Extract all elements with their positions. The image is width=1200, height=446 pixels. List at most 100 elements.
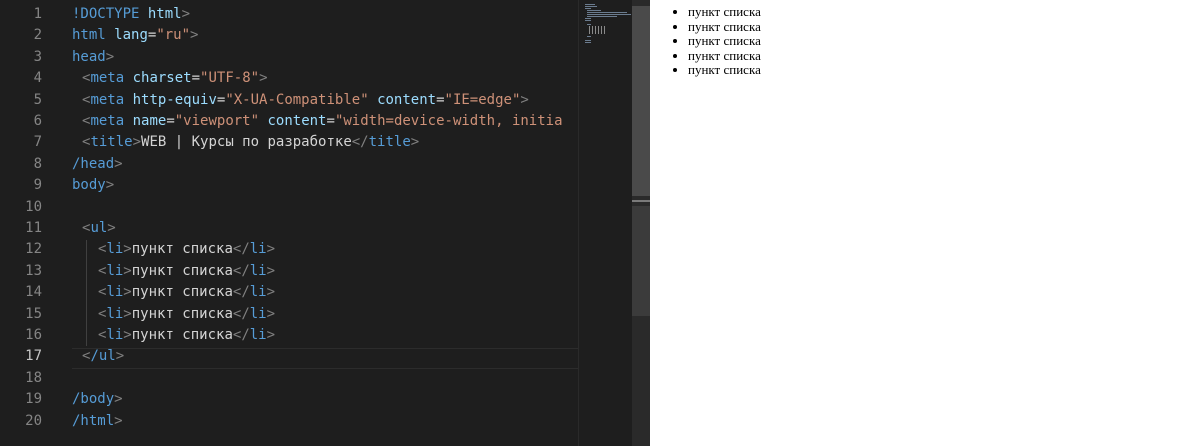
minimap-line — [585, 8, 591, 9]
line-number: 1 — [33, 6, 42, 22]
attribute-name: http-equiv — [132, 91, 217, 108]
line-number: 19 — [25, 391, 42, 408]
line-number: 12 — [25, 241, 42, 258]
code-area[interactable]: !DOCTYPE html> html lang="ru"> head> <me… — [62, 0, 578, 446]
tag-name: title — [90, 134, 133, 151]
tag-name: li — [249, 241, 267, 258]
minimap-line — [585, 18, 591, 19]
line-number: 16 — [25, 327, 42, 343]
tag-name: meta — [90, 113, 125, 129]
tag-name: li — [106, 241, 124, 258]
tag-name: li — [106, 305, 124, 322]
minimap-line — [587, 12, 627, 13]
minimap-line — [585, 4, 595, 5]
tag-name: /ul — [90, 348, 116, 365]
code-line-12: <li>пункт списка</li> — [98, 241, 276, 258]
line-number: 3 — [33, 48, 42, 65]
line-number: 7 — [33, 134, 42, 151]
minimap[interactable] — [578, 0, 633, 446]
tag-name: ul — [90, 220, 108, 236]
attribute-value: "viewport" — [174, 113, 260, 129]
attribute-name: lang — [114, 27, 148, 44]
code-line-13: <li>пункт списка</li> — [98, 262, 276, 279]
minimap-line — [587, 16, 617, 17]
code-line-15: <li>пункт списка</li> — [98, 305, 276, 322]
list-item: пункт списка — [688, 4, 1200, 20]
line-number: 11 — [25, 220, 42, 236]
attribute-name: name — [132, 113, 167, 129]
line-number: 18 — [25, 369, 42, 386]
line-number: 10 — [25, 198, 42, 215]
tag-name: li — [249, 305, 267, 322]
attribute-name: content — [377, 91, 437, 108]
attribute-value: "ru" — [156, 27, 191, 44]
scrollbar-track-region — [632, 206, 650, 316]
list-item: пункт списка — [688, 19, 1200, 35]
tag-name: li — [249, 284, 267, 301]
scrollbar-marker — [632, 200, 650, 202]
list-item: пункт списка — [688, 62, 1200, 78]
line-number: 4 — [33, 70, 42, 87]
tag-name: html — [72, 27, 106, 44]
vertical-scrollbar[interactable] — [632, 0, 650, 446]
line-number: 6 — [33, 113, 42, 129]
scrollbar-thumb[interactable] — [632, 6, 650, 196]
tag-name: !DOCTYPE — [72, 6, 140, 22]
code-line-7: <title>WEB | Курсы по разработке</title> — [82, 134, 420, 151]
code-line-2: html lang="ru"> — [72, 27, 199, 44]
text-content: пункт списка — [131, 327, 233, 343]
code-line-9: body> — [72, 177, 115, 194]
minimap-line — [587, 14, 631, 15]
browser-preview: пункт списка пункт списка пункт списка п… — [650, 0, 1200, 446]
minimap-line — [587, 36, 591, 37]
code-line-4: <meta charset="UTF-8"> — [82, 70, 268, 87]
tag-name: meta — [90, 70, 125, 87]
minimap-block — [589, 26, 605, 34]
attribute-value: "UTF-8" — [200, 70, 260, 87]
tag-name: /head — [72, 155, 115, 172]
tag-name: title — [368, 134, 411, 151]
text-content: пункт списка — [131, 284, 233, 301]
line-number: 9 — [33, 177, 42, 194]
minimap-line — [587, 10, 601, 11]
line-number-gutter: 1 2 3 4 5 6 7 8 9 10 11 12 13 14 15 16 1… — [0, 0, 62, 446]
code-line-14: <li>пункт списка</li> — [98, 284, 276, 301]
tag-name: li — [106, 284, 124, 301]
line-number: 20 — [25, 412, 42, 429]
tag-name: li — [106, 327, 124, 343]
tag-name: /html — [72, 412, 115, 429]
minimap-line — [587, 24, 591, 25]
attribute-value: "width=device-width, initia — [334, 113, 563, 129]
tag-name: meta — [90, 91, 125, 108]
code-line-11: <ul> — [82, 220, 116, 236]
line-number: 2 — [33, 27, 42, 44]
code-line-1: !DOCTYPE html> — [72, 6, 191, 22]
tag-name: /body — [72, 391, 115, 408]
code-line-3: head> — [72, 48, 115, 65]
code-line-19: /body> — [72, 391, 123, 408]
minimap-line — [585, 42, 591, 43]
tag-name: li — [249, 327, 267, 343]
minimap-line — [585, 20, 591, 21]
list-item: пункт списка — [688, 48, 1200, 64]
attribute-name: html — [147, 6, 182, 22]
text-content: пункт списка — [131, 241, 233, 258]
text-content: пункт списка — [131, 305, 233, 322]
list-item: пункт списка — [688, 33, 1200, 49]
minimap-line — [585, 40, 591, 41]
tag-name: li — [249, 262, 267, 279]
line-number-active: 17 — [25, 348, 42, 365]
code-line-5: <meta http-equiv="X-UA-Compatible" conte… — [82, 91, 529, 108]
tag-name: body — [72, 177, 106, 194]
attribute-name: charset — [132, 70, 192, 87]
code-line-17: </ul> — [82, 348, 125, 365]
code-line-8: /head> — [72, 155, 123, 172]
attribute-name: content — [267, 113, 327, 129]
text-content: пункт списка — [131, 262, 233, 279]
tag-name: li — [106, 262, 124, 279]
code-editor[interactable]: 1 2 3 4 5 6 7 8 9 10 11 12 13 14 15 16 1… — [0, 0, 650, 446]
code-line-6: <meta name="viewport" content="width=dev… — [82, 113, 563, 129]
line-number: 14 — [25, 284, 42, 301]
code-line-16: <li>пункт списка</li> — [98, 327, 276, 343]
line-number: 15 — [25, 305, 42, 322]
